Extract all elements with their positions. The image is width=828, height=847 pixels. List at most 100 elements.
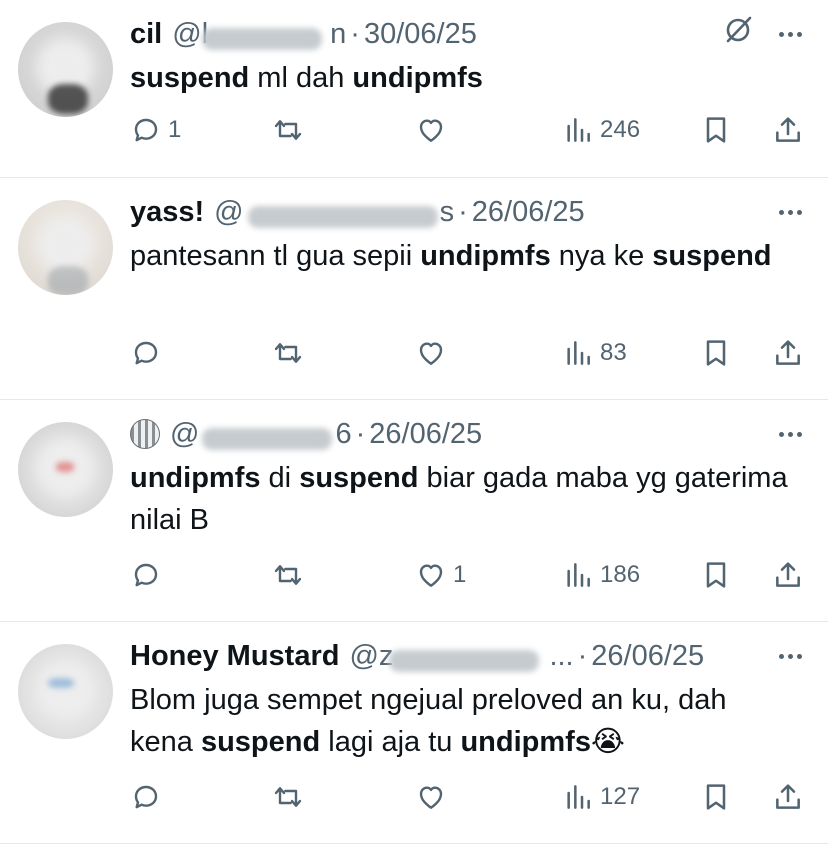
handle-tail: s [439, 195, 455, 228]
keyword: undipmfs [420, 240, 551, 272]
like-button[interactable]: 1 [415, 559, 466, 591]
handle-text: @z [349, 639, 394, 672]
handle[interactable]: @l n [172, 18, 346, 51]
reply-button[interactable] [130, 781, 168, 813]
tweet-date[interactable]: 30/06/25 [364, 18, 477, 51]
tweet-3[interactable]: @6 · 26/06/25 undipmfs di suspend biar g… [0, 400, 828, 622]
tweet-text: Blom juga sempet ngejual preloved an ku,… [130, 684, 727, 758]
tweet-text: suspend ml dah undipmfs [130, 62, 483, 94]
bookmark-button[interactable] [700, 781, 732, 813]
views-button[interactable]: 186 [562, 559, 640, 591]
handle-text: @ [170, 417, 200, 450]
tweet-header: @6 · 26/06/25 [130, 414, 806, 454]
more-icon[interactable] [779, 431, 802, 437]
separator: · [350, 17, 360, 50]
views-button[interactable]: 127 [562, 781, 640, 813]
more-icon[interactable] [779, 209, 802, 215]
share-button[interactable] [772, 559, 804, 591]
more-icon[interactable] [779, 653, 802, 659]
handle[interactable]: @6 [170, 418, 352, 451]
views-button[interactable]: 246 [562, 114, 640, 146]
handle[interactable]: @ s [214, 196, 454, 229]
bookmark-button[interactable] [700, 337, 732, 369]
bookmark-button[interactable] [700, 559, 732, 591]
reply-button[interactable]: 1 [130, 114, 181, 146]
display-name[interactable]: Honey Mustard [130, 640, 339, 673]
reply-icon [134, 341, 158, 365]
tweet-4[interactable]: Honey Mustard @z... · 26/06/25 Blom juga… [0, 622, 828, 844]
bookmark-icon [706, 340, 726, 366]
views-icon [567, 785, 590, 809]
avatar[interactable] [18, 22, 113, 117]
retweet-icon [274, 343, 302, 363]
keyword: suspend [299, 462, 419, 494]
retweet-icon [274, 565, 302, 585]
retweet-icon [274, 787, 302, 807]
avatar[interactable] [18, 644, 113, 739]
display-name[interactable]: yass! [130, 196, 204, 229]
share-icon [776, 117, 800, 142]
share-button[interactable] [772, 114, 804, 146]
tweet-text: undipmfs di suspend biar gada maba yg ga… [130, 462, 788, 536]
tweet-header: cil @l n · 30/06/25 [130, 14, 806, 54]
handle-text: @ [214, 195, 244, 228]
retweet-button[interactable] [272, 781, 304, 813]
reply-icon [134, 785, 158, 809]
bookmark-icon [706, 784, 726, 810]
bookmark-button[interactable] [700, 114, 732, 146]
keyword: suspend [652, 240, 772, 272]
tweet-date[interactable]: 26/06/25 [591, 640, 704, 673]
display-name[interactable]: cil [130, 18, 162, 51]
share-icon [776, 340, 800, 365]
keyword: undipmfs [352, 62, 483, 94]
heart-icon [419, 119, 443, 142]
handle-tail: 6 [335, 417, 352, 450]
tweet-feed: cil @l n · 30/06/25 suspend ml dah undipm… [0, 0, 828, 844]
view-count: 83 [600, 339, 627, 366]
reply-button[interactable] [130, 337, 168, 369]
grok-icon[interactable] [723, 15, 753, 53]
handle[interactable]: @z... [349, 639, 574, 673]
separator: · [355, 417, 366, 450]
tweet-content: yass! @ s · 26/06/25 pantesann tl gua sep… [130, 192, 806, 277]
tweet-text: pantesann tl gua sepii undipmfs nya ke s… [130, 240, 772, 272]
tweet-2[interactable]: yass! @ s · 26/06/25 pantesann tl gua sep… [0, 178, 828, 400]
tweet-content: @6 · 26/06/25 undipmfs di suspend biar g… [130, 414, 806, 541]
retweet-button[interactable] [272, 559, 304, 591]
like-button[interactable] [415, 114, 453, 146]
share-button[interactable] [772, 337, 804, 369]
handle-tail: n [330, 17, 347, 50]
tweet-header: Honey Mustard @z... · 26/06/25 [130, 636, 806, 676]
view-count: 186 [600, 561, 641, 588]
avatar[interactable] [18, 200, 113, 295]
avatar[interactable] [18, 422, 113, 517]
tweet-actions: 83 [130, 333, 806, 373]
handle-redaction [248, 205, 439, 228]
reply-button[interactable] [130, 559, 168, 591]
tweet-date[interactable]: 26/06/25 [472, 196, 585, 229]
tweet-date[interactable]: 26/06/25 [369, 418, 482, 451]
view-count: 127 [600, 783, 641, 810]
view-count: 246 [600, 116, 641, 143]
views-icon [567, 118, 590, 142]
bookmark-icon [706, 117, 726, 143]
handle-redaction [389, 649, 540, 672]
keyword: suspend [130, 62, 250, 94]
handle-redaction [202, 427, 332, 450]
like-button[interactable] [415, 337, 453, 369]
share-icon [776, 784, 800, 809]
more-icon[interactable] [779, 31, 802, 37]
retweet-icon [274, 120, 302, 140]
retweet-button[interactable] [272, 337, 304, 369]
tweet-actions: 127 [130, 777, 806, 817]
heart-icon [419, 786, 443, 809]
tweet-actions: 1 246 [130, 110, 806, 150]
views-button[interactable]: 83 [562, 337, 627, 369]
views-icon [567, 563, 590, 587]
like-button[interactable] [415, 781, 453, 813]
share-button[interactable] [772, 781, 804, 813]
retweet-button[interactable] [272, 114, 304, 146]
tweet-1[interactable]: cil @l n · 30/06/25 suspend ml dah undipm… [0, 0, 828, 178]
tweet-header: yass! @ s · 26/06/25 [130, 192, 806, 232]
reply-icon [134, 563, 158, 587]
